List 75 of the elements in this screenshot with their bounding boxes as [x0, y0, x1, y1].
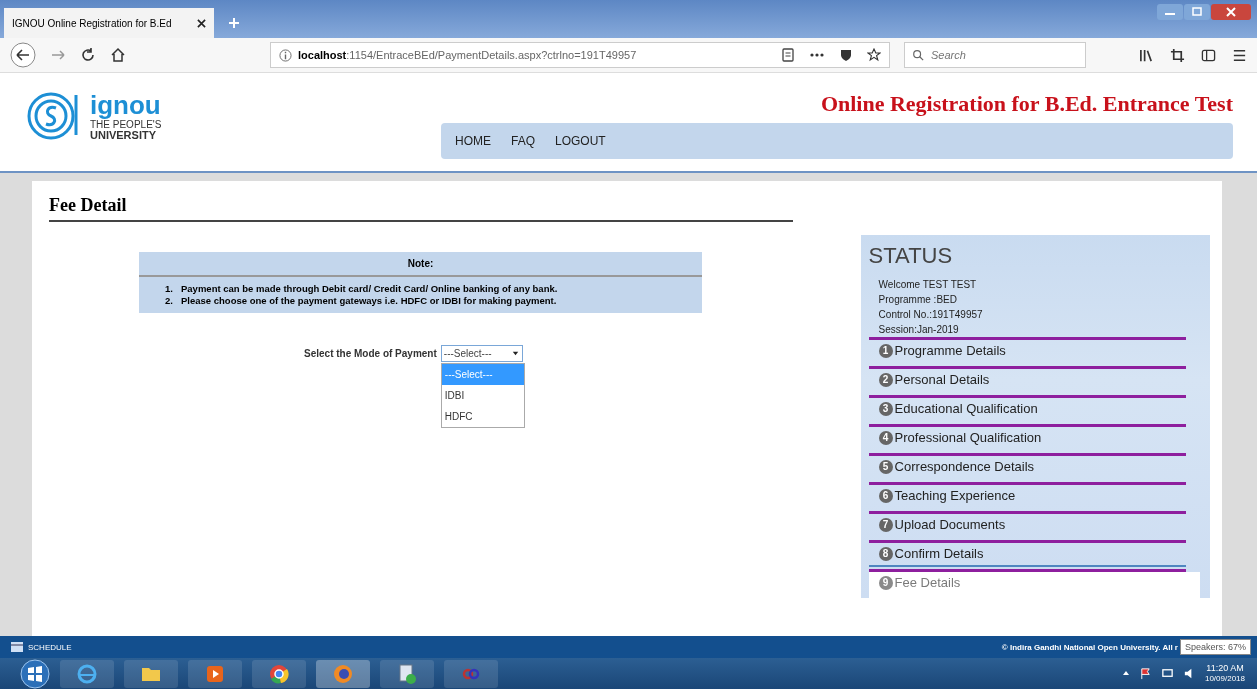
- dropdown-option[interactable]: IDBI: [441, 384, 524, 406]
- document-icon: [396, 662, 418, 685]
- status-step[interactable]: 2 Personal Details: [868, 369, 1200, 395]
- site-title: Online Registration for B.Ed. Entrance Test: [820, 91, 1233, 117]
- status-step[interactable]: 8 Confirm Details: [868, 543, 1186, 567]
- minimize-icon[interactable]: [1157, 4, 1183, 20]
- clock[interactable]: 11:20 AM 10/09/2018: [1204, 663, 1245, 684]
- nav-link[interactable]: FAQ: [501, 134, 545, 148]
- plus-icon[interactable]: [228, 17, 240, 29]
- step-number: 8: [878, 546, 893, 561]
- chrome-icon: [268, 662, 290, 685]
- nav-link[interactable]: HOME: [445, 134, 501, 148]
- tab-title: IGNOU Online Registration for B.Ed: [12, 17, 172, 29]
- status-info: Control No.:191T49957: [878, 308, 984, 322]
- calendar-icon: [10, 641, 24, 653]
- status-step[interactable]: 7 Upload Documents: [868, 514, 1200, 540]
- start-button[interactable]: [20, 658, 50, 689]
- search-field[interactable]: Search: [904, 42, 1086, 68]
- taskbar-button[interactable]: [124, 659, 178, 688]
- reader-icon[interactable]: [781, 48, 795, 62]
- status-info: Session:Jan-2019: [878, 323, 960, 337]
- taskbar-button[interactable]: [380, 659, 434, 688]
- volume-tooltip: Speakers: 67%: [1179, 639, 1251, 655]
- payment-mode-dropdown[interactable]: ---Select---: [440, 344, 523, 362]
- globe-icon: [76, 662, 98, 685]
- firefox-icon: [332, 662, 354, 685]
- close-icon[interactable]: [197, 18, 206, 28]
- back-icon[interactable]: [10, 42, 36, 68]
- payment-mode-label: Select the Mode of Payment: [304, 347, 437, 359]
- more-icon[interactable]: [809, 52, 825, 58]
- step-number: 1: [878, 343, 893, 358]
- footer-label: SCHEDULE: [28, 642, 72, 652]
- note-title: Note:: [139, 258, 702, 277]
- status-title: STATUS: [868, 243, 954, 269]
- step-number: 9: [878, 575, 893, 590]
- step-number: 7: [878, 517, 893, 532]
- step-number: 2: [878, 372, 893, 387]
- status-step[interactable]: 1 Programme Details: [868, 340, 1200, 366]
- taskbar-button[interactable]: [316, 659, 370, 688]
- sidebar-icon[interactable]: [1201, 47, 1216, 63]
- browser-tab[interactable]: IGNOU Online Registration for B.Ed: [4, 8, 214, 38]
- step-number: 5: [878, 459, 893, 474]
- note-text: Please choose one of the payment gateways i.e. HDFC or IDBI for making payment.: [181, 294, 557, 307]
- taskbar-button[interactable]: [60, 659, 114, 688]
- status-info: Programme :BED: [878, 293, 958, 307]
- flag-icon[interactable]: [1138, 667, 1152, 680]
- step-number: 6: [878, 488, 893, 503]
- status-step[interactable]: 3 Educational Qualification: [868, 398, 1200, 424]
- copyright-text: © Indira Gandhi National Open University. All r: [1001, 642, 1178, 652]
- nav-link[interactable]: LOGOUT: [545, 134, 616, 148]
- step-number: 4: [878, 430, 893, 445]
- dropdown-option[interactable]: HDFC: [441, 405, 524, 427]
- chevron-icon[interactable]: [1121, 669, 1130, 678]
- star-icon[interactable]: [867, 48, 881, 62]
- step-number: 3: [878, 401, 893, 416]
- shield-icon[interactable]: [839, 48, 853, 62]
- list-number: 1.: [164, 283, 173, 295]
- crop-icon[interactable]: [1170, 47, 1185, 63]
- status-step[interactable]: 4 Professional Qualification: [868, 427, 1200, 453]
- status-step[interactable]: 5 Correspondence Details: [868, 456, 1200, 482]
- logo-tagline: UNIVERSITY: [90, 129, 157, 141]
- menu-icon[interactable]: [1232, 47, 1247, 63]
- taskbar-button[interactable]: [252, 659, 306, 688]
- library-icon[interactable]: [1139, 47, 1154, 63]
- address-bar[interactable]: localhost:1154/EntraceBEd/PaymentDetails.aspx?ctrlno=191T49957: [270, 42, 890, 68]
- status-step[interactable]: 6 Teaching Experience: [868, 485, 1200, 511]
- note-text: Payment can be made through Debit card/ Credit Card/ Online banking of any bank.: [181, 283, 558, 295]
- page-heading: Fee Detail: [49, 191, 793, 222]
- logo-tagline: THE PEOPLE'S: [90, 119, 162, 130]
- status-info: Welcome TEST TEST: [878, 278, 978, 292]
- network-icon[interactable]: [1160, 667, 1174, 680]
- reload-icon[interactable]: [80, 47, 96, 63]
- list-number: 2.: [164, 294, 173, 307]
- home-icon[interactable]: [110, 47, 126, 63]
- info-icon: [279, 48, 292, 62]
